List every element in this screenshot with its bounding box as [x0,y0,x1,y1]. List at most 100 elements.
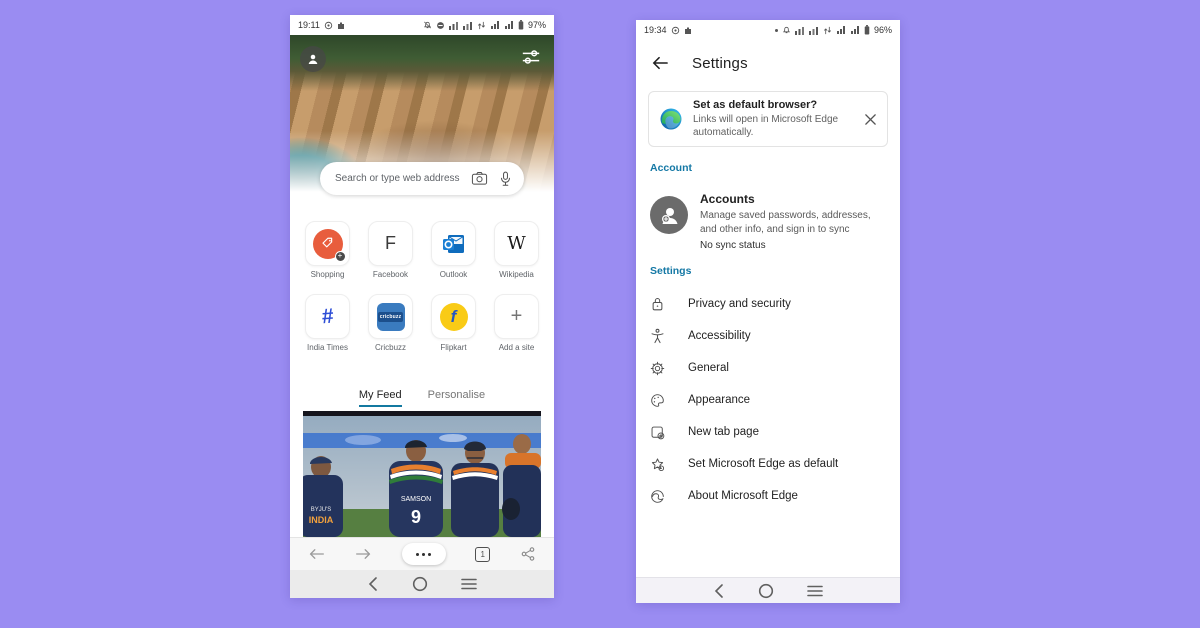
accounts-list-item[interactable]: Accounts Manage saved passwords, address… [650,192,888,251]
jersey-country-text: INDIA [309,515,334,525]
nav-recents-button[interactable] [461,578,478,590]
item-about-edge[interactable]: About Microsoft Edge [636,480,900,512]
wikipedia-icon: W [507,233,526,254]
feed-article-image[interactable]: BYJU'S INDIA SAMSON 9 [303,411,541,537]
shortcut-india-times[interactable]: # India Times [303,294,353,352]
sync-status: No sync status [700,240,766,251]
sim2-volte-icon [808,26,819,35]
lock-icon [650,296,666,312]
close-icon[interactable] [864,113,877,126]
item-privacy-security[interactable]: Privacy and security [636,288,900,320]
notification-dot-icon [774,28,778,32]
shortcut-shopping[interactable]: + Shopping [303,221,353,279]
more-menu-button[interactable] [401,543,446,565]
flipkart-icon: f [439,302,468,331]
item-set-default[interactable]: Set Microsoft Edge as default [636,448,900,480]
set-default-banner: Set as default browser? Links will open … [648,91,888,147]
page-title: Settings [692,54,748,72]
back-button[interactable] [308,547,325,561]
signal-bars-icon [490,20,500,30]
shortcut-label: India Times [307,343,348,352]
nav-home-button[interactable] [758,583,774,599]
tab-switcher-button[interactable]: 1 [475,546,491,562]
gear-icon [650,360,666,376]
battery-percent: 97% [527,20,546,30]
voice-search-icon[interactable] [499,171,512,187]
shortcut-label: Facebook [372,270,409,279]
shortcut-facebook[interactable]: F Facebook [366,221,416,279]
search-bar[interactable]: Search or type web address [320,162,524,195]
status-bar-left: 19:11 97% [290,15,554,35]
edge-logo-icon [660,108,682,130]
item-new-tab-page[interactable]: New tab page [636,416,900,448]
battery-icon [518,20,524,30]
person-icon [308,54,318,64]
cricbuzz-icon: cricbuzz [376,302,405,331]
shortcut-wikipedia[interactable]: W Wikipedia [492,221,542,279]
tune-sliders-icon [522,50,540,64]
settings-list: Privacy and security Accessibility Gener… [636,288,900,512]
player-number-text: 9 [411,507,421,527]
section-label-settings: Settings [650,265,692,277]
tab-my-feed[interactable]: My Feed [358,389,402,407]
signal-bars-icon-2 [850,25,860,35]
forward-button[interactable] [355,547,372,561]
shopping-icon: + [312,228,346,262]
battery-icon [864,25,870,35]
camera-search-icon[interactable] [471,171,488,186]
banner-body: Links will open in Microsoft Edge automa… [693,113,839,139]
palette-icon [650,392,666,408]
nav-back-button[interactable] [713,583,725,598]
tab-personalise[interactable]: Personalise [428,389,485,407]
search-placeholder: Search or type web address [335,173,460,184]
clock: 19:11 [298,20,320,30]
page-layout-settings-button[interactable] [520,47,542,72]
nav-recents-button[interactable] [807,585,824,597]
profile-avatar-button[interactable] [300,46,326,72]
item-appearance[interactable]: Appearance [636,384,900,416]
shortcut-label: Wikipedia [499,270,534,279]
volte-icon [324,21,333,30]
shortcut-cricbuzz[interactable]: cricbuzz Cricbuzz [366,294,416,352]
shortcut-outlook[interactable]: Outlook [429,221,479,279]
banner-title: Set as default browser? [693,98,818,111]
facebook-icon: F [385,233,396,253]
nav-home-button[interactable] [412,576,428,592]
battery-percent: 96% [873,25,892,35]
sim1-volte-icon [448,21,459,30]
accounts-title: Accounts [700,192,755,206]
star-settings-icon [650,456,666,472]
sim1-volte-icon [794,26,805,35]
jersey-sponsor-text: BYJU'S [311,507,331,513]
account-avatar-icon [650,196,688,234]
shortcut-label: Flipkart [440,343,467,352]
signal-bars-icon-2 [504,20,514,30]
data-arrows-icon [823,26,832,35]
new-tab-icon [650,424,666,440]
edge-swirl-icon [650,488,666,504]
india-times-icon: # [320,304,335,328]
shortcut-label: Outlook [439,270,468,279]
share-button[interactable] [520,546,536,562]
edge-settings-screenshot: 19:34 96% Settings Set as default browse… [636,20,900,603]
app-notification-icon [684,26,692,35]
bell-off-icon [423,20,432,30]
ringer-icon [782,25,791,35]
signal-bars-icon [836,25,846,35]
edge-newtab-screenshot: 19:11 97% Search or type web address + S… [290,15,554,598]
feed-tabs: My Feed Personalise [290,389,554,407]
shopping-badge-icon: + [334,250,346,262]
item-accessibility[interactable]: Accessibility [636,320,900,352]
shortcut-label: Shopping [310,270,345,279]
shortcut-flipkart[interactable]: f Flipkart [429,294,479,352]
dnd-icon [436,21,445,30]
back-arrow-button[interactable] [651,55,669,71]
add-site-plus-icon: + [510,305,523,327]
item-general[interactable]: General [636,352,900,384]
section-label-account: Account [650,162,692,174]
app-notification-icon [337,21,345,30]
shortcut-add-site[interactable]: + Add a site [492,294,542,352]
outlook-icon [442,234,464,253]
nav-back-button[interactable] [367,577,379,591]
sim2-volte-icon [462,21,473,30]
